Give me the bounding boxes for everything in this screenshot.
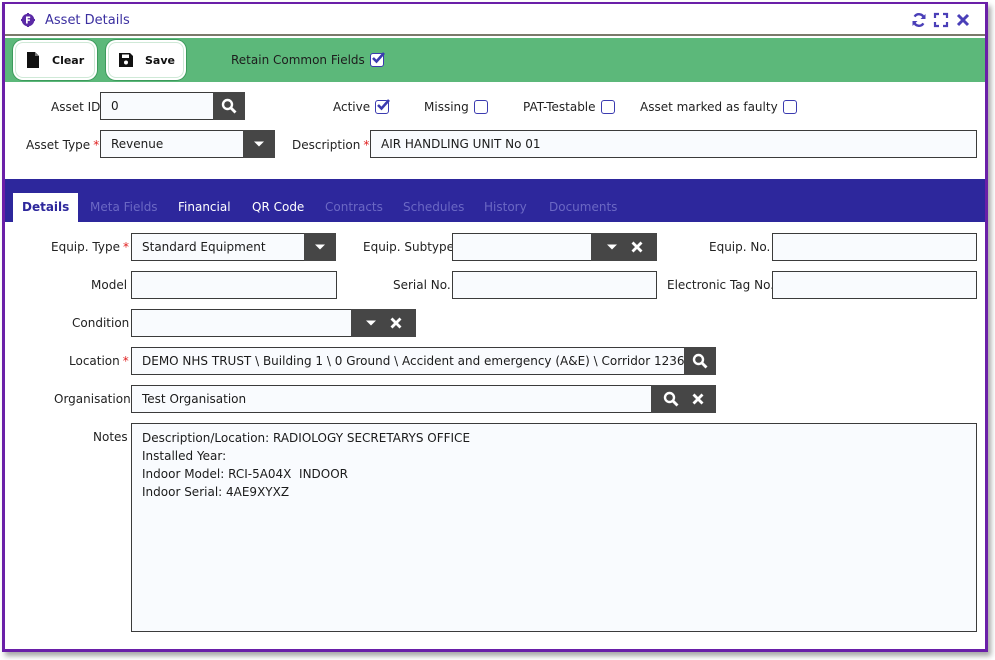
tab-meta-fields[interactable]: Meta Fields bbox=[81, 193, 167, 222]
clear-icon[interactable] bbox=[390, 317, 402, 329]
notes-textarea[interactable]: Description/Location: RADIOLOGY SECRETAR… bbox=[131, 423, 977, 632]
save-label: Save bbox=[145, 53, 175, 67]
required-marker: * bbox=[122, 240, 129, 254]
location-search-button[interactable] bbox=[684, 347, 716, 375]
search-icon bbox=[221, 98, 237, 114]
search-icon bbox=[692, 353, 708, 369]
save-icon bbox=[119, 53, 133, 67]
tab-documents[interactable]: Documents bbox=[540, 193, 626, 222]
serial-no-label: Serial No. bbox=[393, 278, 451, 292]
notes-label: Notes bbox=[93, 430, 128, 444]
serial-no-input[interactable] bbox=[452, 271, 657, 299]
close-icon[interactable] bbox=[955, 12, 971, 28]
location-input[interactable]: DEMO NHS TRUST \ Building 1 \ 0 Ground \… bbox=[131, 347, 685, 375]
tab-schedules[interactable]: Schedules bbox=[394, 193, 473, 222]
retain-common-fields-checkbox[interactable] bbox=[369, 52, 385, 67]
new-file-icon bbox=[27, 52, 39, 68]
clear-button[interactable]: Clear bbox=[15, 42, 95, 78]
chevron-down-icon bbox=[254, 141, 264, 147]
search-icon[interactable] bbox=[663, 391, 679, 407]
tab-financial[interactable]: Financial bbox=[169, 193, 240, 222]
faulty-checkbox[interactable] bbox=[782, 100, 797, 114]
faulty-label: Asset marked as faulty bbox=[640, 100, 778, 114]
description-input[interactable]: AIR HANDLING UNIT No 01 bbox=[370, 130, 977, 158]
checkmark-icon bbox=[371, 52, 385, 64]
expand-icon[interactable] bbox=[933, 12, 949, 28]
chevron-down-icon[interactable] bbox=[365, 319, 377, 327]
tab-history[interactable]: History bbox=[475, 193, 536, 222]
checkmark-icon bbox=[377, 99, 391, 111]
condition-label: Condition bbox=[72, 316, 130, 330]
retain-common-fields-label: Retain Common Fields bbox=[231, 53, 365, 67]
chevron-down-icon bbox=[315, 244, 325, 250]
active-checkbox-group: Active bbox=[333, 99, 391, 114]
asset-id-input[interactable]: 0 bbox=[100, 92, 214, 120]
asset-type-dropdown-button[interactable] bbox=[243, 130, 275, 158]
model-label: Model bbox=[91, 278, 128, 292]
electronic-tag-input[interactable] bbox=[772, 271, 977, 299]
required-marker: * bbox=[122, 354, 129, 368]
pat-testable-checkbox-group: PAT-Testable bbox=[523, 100, 615, 114]
active-checkbox[interactable] bbox=[375, 99, 391, 114]
window-title: Asset Details bbox=[45, 13, 130, 28]
organisation-label: Organisation bbox=[54, 392, 131, 406]
tab-details[interactable]: Details bbox=[13, 193, 79, 222]
equip-no-label: Equip. No. bbox=[709, 240, 771, 254]
condition-select[interactable] bbox=[131, 309, 352, 337]
missing-checkbox[interactable] bbox=[473, 100, 488, 114]
clear-icon[interactable] bbox=[631, 241, 643, 253]
equip-subtype-label: Equip. Subtype bbox=[363, 240, 455, 254]
retain-common-fields: Retain Common Fields bbox=[231, 52, 385, 67]
active-label: Active bbox=[333, 100, 371, 114]
window-actions bbox=[911, 12, 971, 28]
faulty-checkbox-group: Asset marked as faulty bbox=[640, 100, 797, 114]
title-bar: Asset Details bbox=[5, 4, 985, 36]
equip-type-select[interactable]: Standard Equipment bbox=[131, 233, 305, 261]
missing-label: Missing bbox=[424, 100, 469, 114]
model-input[interactable] bbox=[131, 271, 337, 299]
pat-testable-checkbox[interactable] bbox=[600, 100, 615, 114]
tab-contracts[interactable]: Contracts bbox=[316, 193, 392, 222]
equip-type-label: Equip. Type * bbox=[51, 240, 129, 254]
organisation-input[interactable]: Test Organisation bbox=[131, 385, 652, 413]
asset-id-search-button[interactable] bbox=[213, 92, 245, 120]
condition-actions bbox=[351, 309, 416, 337]
location-label: Location * bbox=[69, 354, 129, 368]
equip-type-label-text: Equip. Type bbox=[51, 240, 120, 254]
app-logo-icon bbox=[21, 13, 35, 27]
pat-testable-label: PAT-Testable bbox=[523, 100, 596, 114]
asset-type-label-text: Asset Type bbox=[26, 138, 91, 152]
asset-type-select[interactable]: Revenue bbox=[100, 130, 244, 158]
organisation-actions bbox=[651, 385, 716, 413]
equip-subtype-select[interactable] bbox=[452, 233, 592, 261]
tab-qr-code[interactable]: QR Code bbox=[243, 193, 313, 222]
tab-bar: Details Meta Fields Financial QR Code Co… bbox=[5, 179, 985, 222]
asset-type-label: Asset Type * bbox=[26, 138, 99, 152]
location-label-text: Location bbox=[69, 354, 120, 368]
required-marker: * bbox=[363, 138, 370, 152]
toolbar: Clear Save Retain Common Fields bbox=[5, 38, 985, 82]
asset-details-window: Asset Details Clear Save Retain Common F… bbox=[2, 2, 988, 652]
clear-icon[interactable] bbox=[692, 393, 704, 405]
equip-no-input[interactable] bbox=[772, 233, 977, 261]
equip-type-dropdown-button[interactable] bbox=[304, 233, 336, 261]
equip-subtype-actions bbox=[591, 233, 657, 261]
description-label: Description * bbox=[292, 138, 369, 152]
refresh-icon[interactable] bbox=[911, 12, 927, 28]
clear-label: Clear bbox=[52, 53, 85, 67]
required-marker: * bbox=[93, 138, 100, 152]
chevron-down-icon[interactable] bbox=[606, 243, 618, 251]
asset-id-label: Asset ID bbox=[51, 100, 101, 114]
missing-checkbox-group: Missing bbox=[424, 100, 488, 114]
description-label-text: Description bbox=[292, 138, 361, 152]
save-button[interactable]: Save bbox=[108, 42, 184, 78]
electronic-tag-label: Electronic Tag No. bbox=[667, 278, 775, 292]
